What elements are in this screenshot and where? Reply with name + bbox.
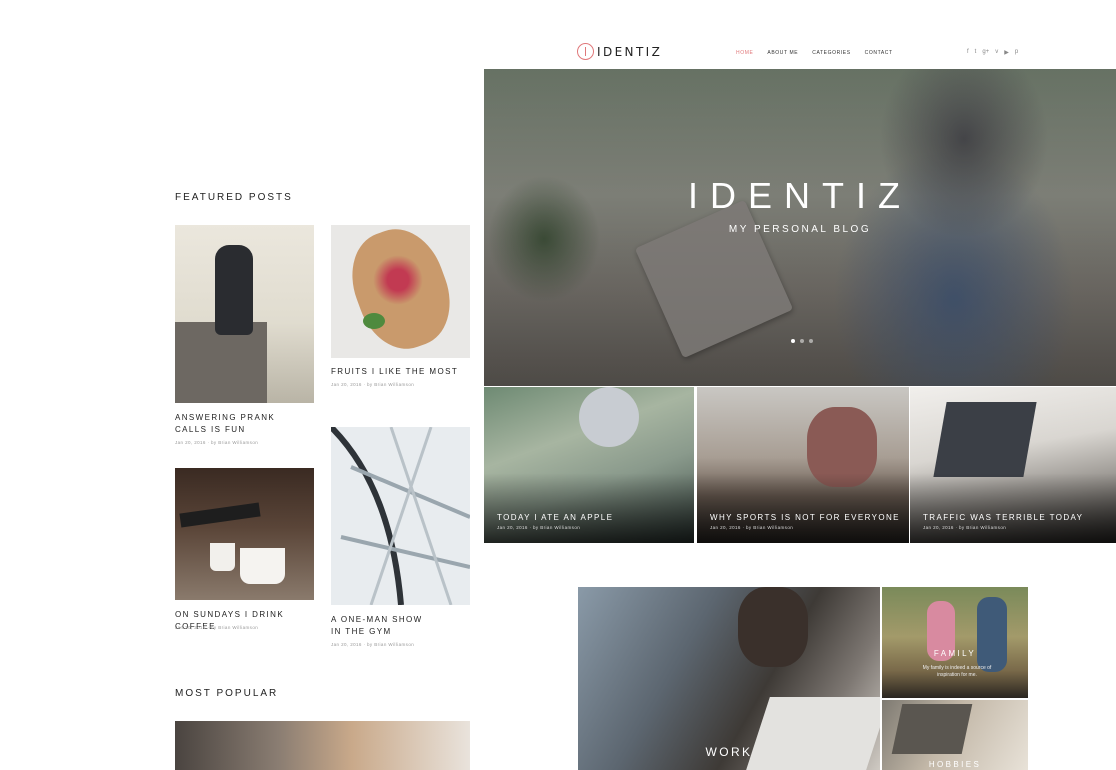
photo-cup [210,543,235,571]
tile-photo-person [579,387,639,447]
post-title[interactable]: ANSWERING PRANK CALLS IS FUN [175,412,285,436]
post-date: Jan 20, 2016 [331,642,362,647]
post-title[interactable]: FRUITS I LIKE THE MOST [331,366,471,378]
slider-dot[interactable] [800,339,804,343]
hero-tile-sports[interactable]: WHY SPORTS IS NOT FOR EVERYONE Jan 20, 2… [697,387,909,543]
post-date: Jan 20, 2016 [175,625,206,630]
photo-parent [977,597,1007,672]
photo-hiker [215,245,253,335]
photo-espresso-handle [179,502,261,528]
category-label: WORK [705,745,753,759]
photo-laptop [746,697,880,770]
photo-architecture [331,427,470,605]
category-family[interactable]: FAMILY My family is indeed a source of i… [882,587,1028,698]
post-author: by Brian Williamson [211,625,259,630]
tile-meta: Jan 20, 2016 · by Brian Williamson [497,525,581,530]
tile-title: TODAY I ATE AN APPLE [497,513,614,522]
photo-man-glasses [738,587,808,667]
most-popular-heading: MOST POPULAR [175,688,279,699]
hero-slider[interactable]: IDENTIZ MY PERSONAL BLOG [484,69,1116,386]
tile-meta: Jan 20, 2016 · by Brian Williamson [923,525,1007,530]
post-meta: Jan 20, 2016 · by Brian Williamson [331,642,415,647]
tile-title: TRAFFIC WAS TERRIBLE TODAY [923,513,1084,522]
slider-dots [791,339,813,343]
category-description: My family is indeed a source of inspirat… [922,665,992,678]
category-label: HOBBIES [928,760,982,769]
youtube-icon[interactable]: ▶ [1004,49,1009,56]
nav-home[interactable]: HOME [736,50,753,56]
slider-dot[interactable] [791,339,795,343]
post-author: by Brian Williamson [367,642,415,647]
tile-date: Jan 20, 2016 [497,525,528,530]
post-image-coffee[interactable] [175,468,314,600]
nav-categories[interactable]: CATEGORIES [812,50,850,56]
google-plus-icon[interactable]: g+ [982,49,989,56]
featured-posts-heading: FEATURED POSTS [175,192,293,203]
hero-subtitle: MY PERSONAL BLOG [728,224,872,235]
post-date: Jan 20, 2016 [331,382,362,387]
vimeo-icon[interactable]: v [995,49,998,56]
tile-author: by Brian Williamson [746,525,794,530]
tile-date: Jan 20, 2016 [710,525,741,530]
category-hobbies[interactable]: HOBBIES [882,700,1028,770]
nav-about[interactable]: ABOUT ME [767,50,798,56]
post-meta: Jan 20, 2016 · by Brian Williamson [331,382,415,387]
site-logo[interactable]: IDENTIZ [577,43,662,60]
slider-dot[interactable] [809,339,813,343]
post-image-fruits[interactable] [331,225,470,358]
post-meta: Jan 20, 2016 · by Brian Williamson [175,440,259,445]
nav-contact[interactable]: CONTACT [865,50,893,56]
facebook-icon[interactable]: f [967,49,969,56]
post-meta: Jan 20, 2016 · by Brian Williamson [175,625,259,630]
post-image-prank-calls[interactable] [175,225,314,403]
pinterest-icon[interactable]: p [1015,49,1018,56]
photo-mint-leaf [363,313,385,329]
tile-author: by Brian Williamson [533,525,581,530]
post-author: by Brian Williamson [211,440,259,445]
hero-tile-apple[interactable]: TODAY I ATE AN APPLE Jan 20, 2016 · by B… [484,387,694,543]
tile-date: Jan 20, 2016 [923,525,954,530]
tile-shade [910,473,1116,543]
photo-cup [240,548,285,584]
logo-mark-icon [577,43,594,60]
photo-raspberries [373,255,423,305]
hero-tile-traffic[interactable]: TRAFFIC WAS TERRIBLE TODAY Jan 20, 2016 … [910,387,1116,543]
twitter-icon[interactable]: t [975,49,977,56]
logo-text: IDENTIZ [597,44,663,59]
tile-title: WHY SPORTS IS NOT FOR EVERYONE [710,513,900,522]
category-work[interactable]: WORK [578,587,880,770]
hero-title: IDENTIZ [688,175,912,216]
category-label: FAMILY [933,649,977,658]
popular-post-image[interactable] [175,721,470,770]
photo-laptop [891,704,973,754]
post-author: by Brian Williamson [367,382,415,387]
post-image-gym[interactable] [331,427,470,605]
post-date: Jan 20, 2016 [175,440,206,445]
main-nav: HOME ABOUT ME CATEGORIES CONTACT [736,50,893,56]
social-links: f t g+ v ▶ p [967,49,1018,56]
tile-shade [697,473,909,543]
tile-meta: Jan 20, 2016 · by Brian Williamson [710,525,794,530]
tile-photo-laptop [933,402,1037,477]
post-title[interactable]: A ONE-MAN SHOW IN THE GYM [331,614,431,638]
tile-shade [484,473,694,543]
tile-author: by Brian Williamson [959,525,1007,530]
